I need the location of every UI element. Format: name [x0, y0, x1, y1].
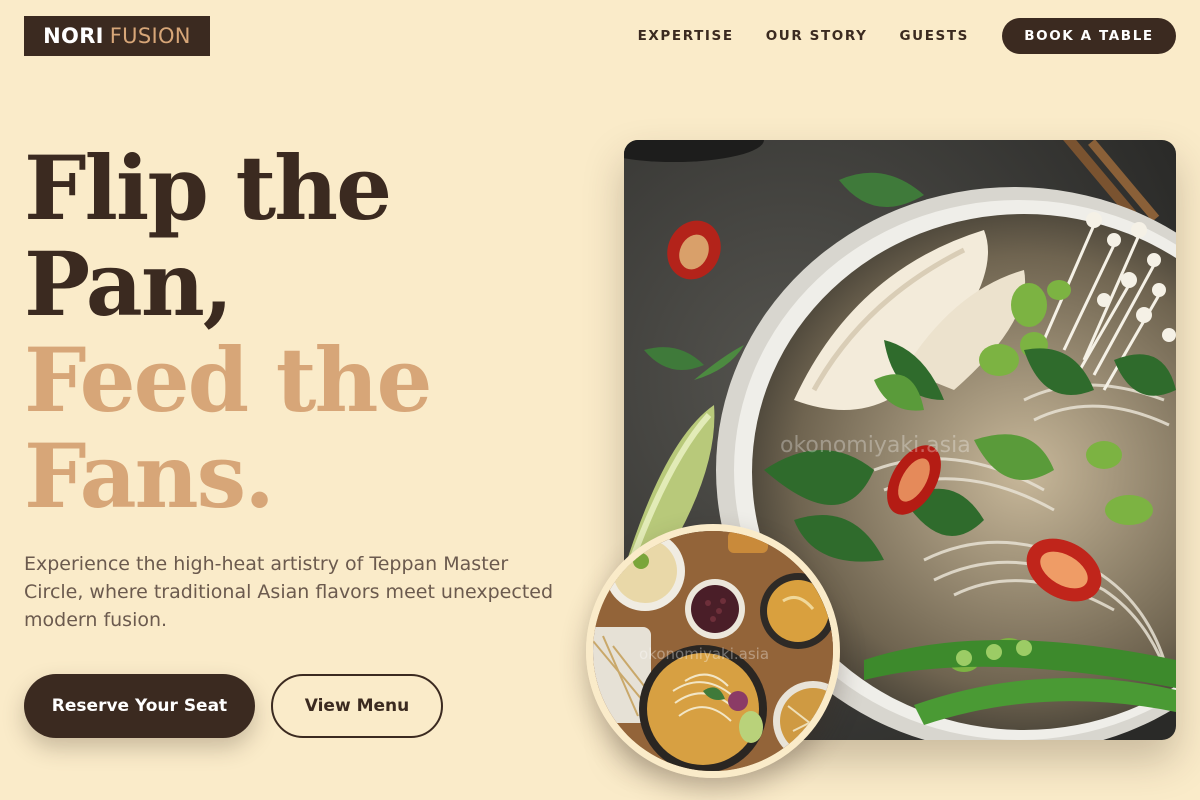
hero-headline: Flip the Pan, Feed the Fans. [24, 140, 564, 524]
asian-dishes-spread-icon: okonomiyaki.asia [593, 531, 833, 771]
headline-line-4: Fans. [24, 424, 275, 528]
headline-line-2: Pan, [24, 232, 233, 336]
main-nav: EXPERTISE OUR STORY GUESTS BOOK A TABLE [638, 18, 1176, 54]
hero-image-watermark: okonomiyaki.asia [780, 433, 971, 458]
book-table-button[interactable]: BOOK A TABLE [1002, 18, 1176, 54]
nav-link-our-story[interactable]: OUR STORY [766, 28, 868, 44]
inset-image-watermark: okonomiyaki.asia [639, 645, 769, 663]
reserve-seat-button[interactable]: Reserve Your Seat [24, 674, 255, 738]
brand-name-light: FUSION [109, 24, 191, 48]
inset-image: okonomiyaki.asia [586, 524, 840, 778]
headline-line-1: Flip the [24, 136, 392, 240]
brand-logo[interactable]: NORI FUSION [24, 16, 210, 56]
view-menu-button[interactable]: View Menu [271, 674, 443, 738]
nav-link-guests[interactable]: GUESTS [899, 28, 969, 44]
hero-description: Experience the high-heat artistry of Tep… [24, 553, 554, 631]
nav-link-expertise[interactable]: EXPERTISE [638, 28, 734, 44]
brand-name-bold: NORI [43, 24, 104, 48]
headline-line-3: Feed the [24, 328, 432, 432]
